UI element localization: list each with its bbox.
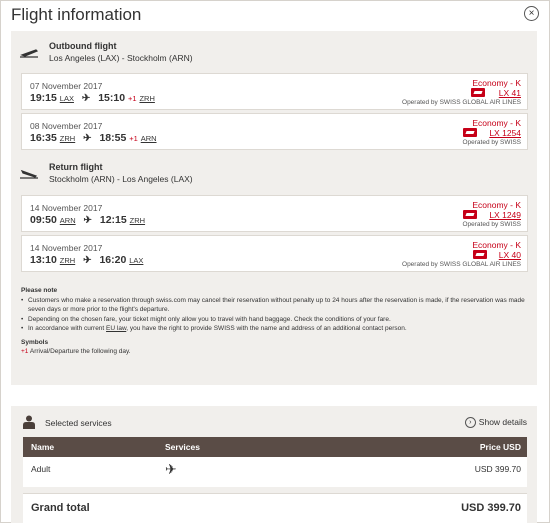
arrival-airport[interactable]: ARN xyxy=(141,134,157,143)
table-header: Name Services Price USD xyxy=(23,437,527,457)
flight-times: 09:50 ARN ✈ 12:15 ZRH xyxy=(30,214,145,226)
show-details-button[interactable]: › Show details xyxy=(464,417,527,429)
next-day-marker: +1 xyxy=(129,134,138,143)
flight-times: 13:10 ZRH ✈ 16:20 LAX xyxy=(30,254,143,266)
grand-total-value: USD 399.70 xyxy=(461,502,521,514)
swiss-flag-icon xyxy=(463,128,477,137)
note-item: Depending on the chosen fare, your ticke… xyxy=(21,315,531,325)
symbols-heading: Symbols xyxy=(21,338,49,346)
notes-heading: Please note xyxy=(21,287,58,294)
arrival-airport[interactable]: LAX xyxy=(129,256,143,265)
services-header: Selected services › Show details xyxy=(23,415,527,433)
services-table: Name Services Price USD Adult ✈ USD 399.… xyxy=(23,437,527,523)
departure-time: 13:10 xyxy=(30,254,57,266)
flight-segment: 08 November 2017 16:35 ZRH ✈ 18:55 +1 AR… xyxy=(21,113,528,150)
arrival-time: 16:20 xyxy=(99,254,127,266)
notes-section: Please note Customers who make a reserva… xyxy=(21,286,531,357)
flight-number-link[interactable]: LX 1254 xyxy=(489,128,521,138)
info-circle-icon: › xyxy=(464,417,476,429)
arrival-time: 12:15 xyxy=(99,214,127,226)
swiss-flag-icon xyxy=(473,250,487,259)
departure-airport[interactable]: ARN xyxy=(60,216,76,225)
swiss-flag-icon xyxy=(471,88,485,97)
flight-segment: 14 November 2017 09:50 ARN ✈ 12:15 ZRH E… xyxy=(21,195,528,232)
services-panel: Selected services › Show details Name Ser… xyxy=(11,406,537,523)
column-services: Services xyxy=(165,442,200,452)
note-item: In accordance with current EU law, you h… xyxy=(21,324,531,334)
notes-list: Customers who make a reservation through… xyxy=(21,296,531,334)
flight-number-link[interactable]: LX 41 xyxy=(499,88,521,98)
flight-times: 19:15 LAX ✈ 15:10 +1 ZRH xyxy=(30,92,155,104)
flight-date: 14 November 2017 xyxy=(30,203,103,213)
plane-icon: ✈ xyxy=(165,461,177,477)
return-title: Return flight xyxy=(49,162,103,172)
arrival-airport[interactable]: ZRH xyxy=(130,216,145,225)
plane-landing-icon xyxy=(20,169,38,179)
column-price: Price USD xyxy=(479,442,521,452)
arrival-airport[interactable]: ZRH xyxy=(139,94,154,103)
arrival-time: 15:10 xyxy=(98,92,126,104)
eu-law-link[interactable]: EU law xyxy=(106,325,126,332)
swiss-flag-icon xyxy=(463,210,477,219)
operator-text: Operated by SWISS xyxy=(462,139,521,146)
flight-date: 14 November 2017 xyxy=(30,243,103,253)
plane-takeoff-icon xyxy=(20,49,39,58)
fare-class: Economy - K xyxy=(472,78,521,88)
flight-times: 16:35 ZRH ✈ 18:55 +1 ARN xyxy=(30,132,157,144)
plane-icon: ✈ xyxy=(83,255,92,266)
fare-class: Economy - K xyxy=(472,118,521,128)
grand-total-label: Grand total xyxy=(31,502,90,514)
fare-class: Economy - K xyxy=(472,240,521,250)
return-route: Stockholm (ARN) - Los Angeles (LAX) xyxy=(49,174,193,184)
operator-text: Operated by SWISS xyxy=(462,221,521,228)
flight-date: 07 November 2017 xyxy=(30,81,103,91)
symbol-description: Arrival/Departure the following day. xyxy=(29,348,131,355)
note-item: Customers who make a reservation through… xyxy=(21,296,531,315)
plane-icon: ✈ xyxy=(83,215,92,226)
flight-number-link[interactable]: LX 40 xyxy=(499,250,521,260)
person-icon xyxy=(23,415,35,429)
outbound-title: Outbound flight xyxy=(49,41,117,51)
operator-text: Operated by SWISS GLOBAL AIR LINES xyxy=(402,99,521,106)
arrival-time: 18:55 xyxy=(99,132,127,144)
departure-time: 09:50 xyxy=(30,214,57,226)
departure-airport[interactable]: ZRH xyxy=(60,256,75,265)
table-row: Adult ✈ USD 399.70 xyxy=(23,457,527,487)
close-icon[interactable]: × xyxy=(524,6,539,21)
column-name: Name xyxy=(31,442,55,452)
plane-icon: ✈ xyxy=(83,133,92,144)
flight-segment: 14 November 2017 13:10 ZRH ✈ 16:20 LAX E… xyxy=(21,235,528,272)
grand-total-row: Grand total USD 399.70 xyxy=(23,493,527,523)
next-day-marker: +1 xyxy=(127,94,137,103)
plane-icon: ✈ xyxy=(81,93,91,104)
departure-time: 16:35 xyxy=(30,132,57,144)
departure-airport[interactable]: ZRH xyxy=(60,134,75,143)
flight-date: 08 November 2017 xyxy=(30,121,103,131)
fare-class: Economy - K xyxy=(472,200,521,210)
flight-info-dialog: Flight information × Outbound flight Los… xyxy=(0,0,550,523)
row-price: USD 399.70 xyxy=(474,464,521,474)
symbol-legend: +1 Arrival/Departure the following day. xyxy=(21,347,531,357)
dialog-title: Flight information xyxy=(11,5,142,24)
operator-text: Operated by SWISS GLOBAL AIR LINES xyxy=(402,261,521,268)
services-title: Selected services xyxy=(45,418,112,428)
departure-time: 19:15 xyxy=(30,92,57,104)
flight-number-link[interactable]: LX 1249 xyxy=(489,210,521,220)
passenger-name: Adult xyxy=(31,464,51,474)
outbound-route: Los Angeles (LAX) - Stockholm (ARN) xyxy=(49,53,193,63)
departure-airport[interactable]: LAX xyxy=(60,94,74,103)
flight-segment: 07 November 2017 19:15 LAX ✈ 15:10 +1 ZR… xyxy=(21,73,528,110)
next-day-symbol: +1 xyxy=(21,348,29,355)
